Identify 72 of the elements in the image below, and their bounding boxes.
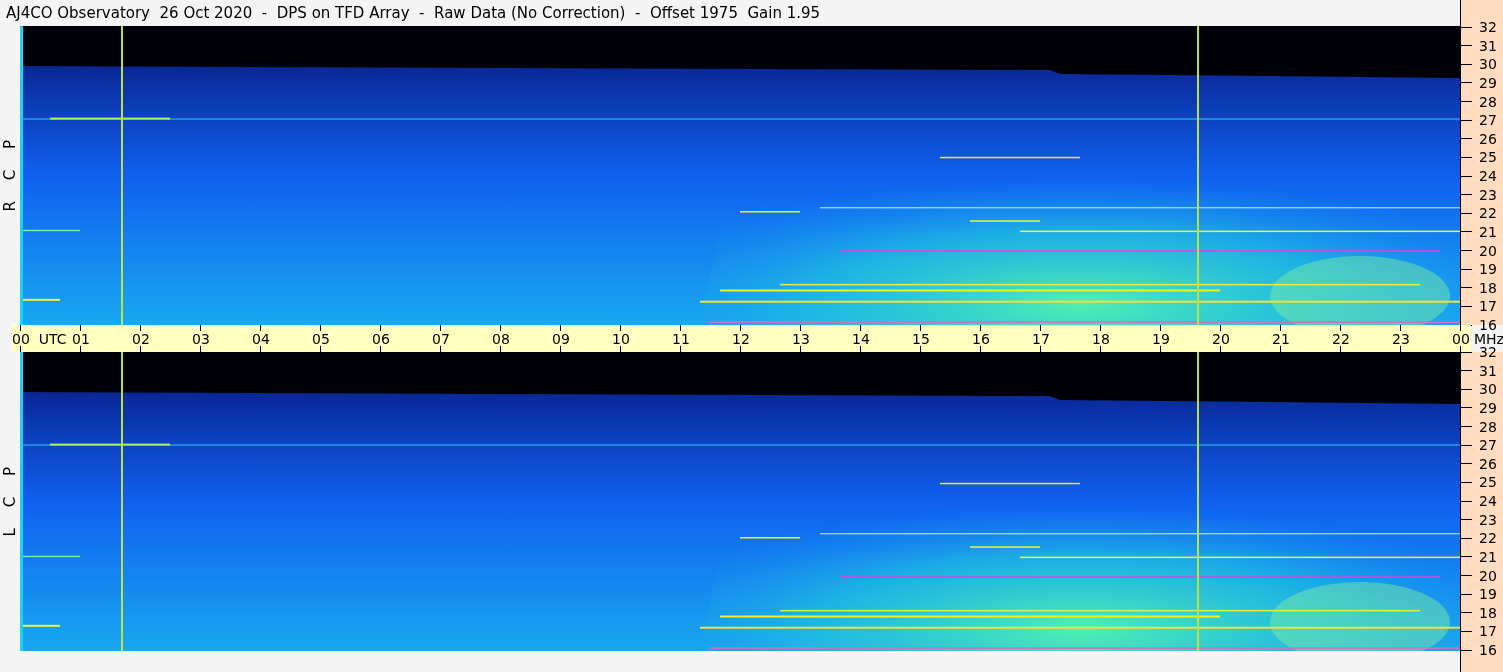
frequency-label: 27 [1479,437,1497,454]
frequency-label: 19 [1479,586,1497,603]
time-label: 07 [432,330,450,347]
time-label: 12 [732,330,750,347]
time-label: 04 [252,330,270,347]
time-label: 03 [192,330,210,347]
frequency-label: 25 [1479,474,1497,491]
time-label: 10 [612,330,630,347]
signal-line [20,555,80,558]
time-label: 09 [552,330,570,347]
frequency-label: 31 [1479,362,1497,379]
signal-line [20,624,60,627]
frequency-label: 30 [1479,381,1497,398]
time-label: 08 [492,330,510,347]
signal-line [20,229,80,232]
frequency-label: 18 [1479,279,1497,296]
polarization-label: L C P [1,466,19,537]
frequency-label: 16 [1479,642,1497,658]
time-label: 22 [1332,330,1350,347]
frequency-label: 32 [1479,344,1497,360]
frequency-label: 23 [1479,511,1497,528]
frequency-label: 24 [1479,493,1497,509]
signal-line [740,211,800,213]
time-label: 05 [312,330,330,347]
frequency-unit-label: MHz [1474,330,1503,347]
time-label: 18 [1092,330,1110,347]
signal-line [20,298,60,301]
time-label: 19 [1152,330,1170,347]
time-label: 17 [1032,330,1050,347]
frequency-label: 20 [1479,242,1497,259]
frequency-label: 18 [1479,604,1497,621]
time-label: 00 [1452,330,1470,347]
frequency-label: 21 [1479,548,1497,565]
time-label: 01 [72,330,90,347]
window-title: AJ4CO Observatory 26 Oct 2020 - DPS on TFD Array - Raw Data (No Correction) - Offset 1975 Gain 1.95 [6,4,821,22]
signal-line [970,546,1040,548]
frequency-label: 17 [1479,298,1497,315]
frequency-label: 21 [1479,223,1497,240]
frequency-label: 23 [1479,186,1497,203]
frequency-label: 28 [1479,93,1497,110]
time-label: 06 [372,330,390,347]
time-label: 21 [1272,330,1290,347]
frequency-label: 20 [1479,567,1497,584]
time-label: 02 [132,330,150,347]
time-label: 16 [972,330,990,347]
frequency-label: 22 [1479,530,1497,547]
time-unit-label: UTC [38,330,67,347]
frequency-label: 19 [1479,261,1497,278]
signal-line [740,537,800,539]
polarization-label: R C P [1,139,19,212]
frequency-label: 31 [1479,37,1497,54]
frequency-label: 29 [1479,74,1497,91]
frequency-label: 22 [1479,205,1497,222]
time-label: 14 [852,330,870,347]
frequency-label: 26 [1479,455,1497,472]
frequency-label: 17 [1479,623,1497,640]
time-label: 20 [1212,330,1230,347]
frequency-label: 25 [1479,149,1497,166]
frequency-label: 29 [1479,399,1497,416]
frequency-label: 26 [1479,130,1497,147]
time-label: 13 [792,330,810,347]
time-label: 15 [912,330,930,347]
frequency-label: 30 [1479,56,1497,73]
frequency-label: 27 [1479,112,1497,129]
frequency-label: 16 [1479,317,1497,333]
frequency-label: 32 [1479,19,1497,35]
frequency-label: 28 [1479,418,1497,435]
time-label: 00 [12,330,30,347]
time-label: 23 [1392,330,1410,347]
frequency-label: 24 [1479,168,1497,184]
time-label: 11 [672,330,690,347]
signal-line [970,220,1040,222]
